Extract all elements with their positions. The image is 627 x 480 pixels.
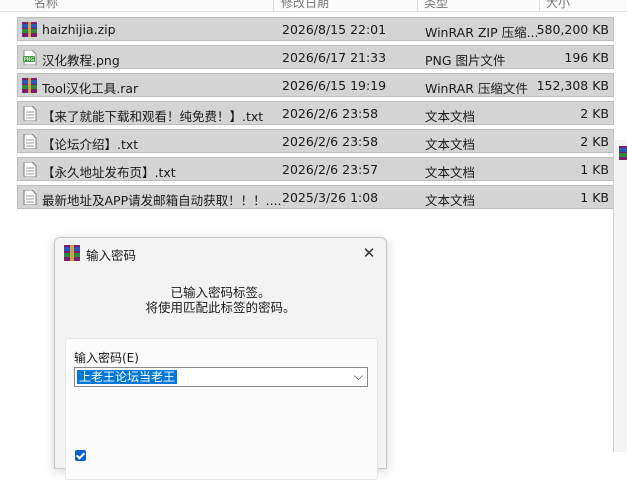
text-file-icon [23,190,37,205]
file-size: 196 KB [564,50,609,65]
file-name: 最新地址及APP请发邮箱自动获取！！！.... [42,193,282,208]
background-window-edge [613,140,627,452]
file-name: 汉化教程.png [42,53,120,68]
file-date: 2026/8/15 22:01 [282,22,387,37]
file-date: 2026/6/17 21:33 [282,50,387,65]
column-header-date[interactable]: 修改日期 [281,0,329,11]
dialog-titlebar[interactable]: 输入密码 ✕ [55,238,386,268]
file-name: 【来了就能下载和观看！纯免费！】.txt [42,109,264,124]
file-name: 【论坛介绍】.txt [42,137,139,152]
close-icon[interactable]: ✕ [358,242,380,264]
file-name: haizhijia.zip [42,22,116,37]
file-date: 2025/3/26 1:08 [282,190,379,205]
column-divider[interactable] [417,0,418,11]
winrar-archive-icon [64,245,80,261]
file-type: 文本文档 [425,109,476,124]
file-name: 【永久地址发布页】.txt [42,165,176,180]
file-date: 2026/2/6 23:58 [282,106,379,121]
file-type: 文本文档 [425,193,476,208]
file-size: 2 KB [580,106,609,121]
dialog-title: 输入密码 [86,248,137,263]
file-row[interactable]: Tool汉化工具.rar 2026/6/15 19:19 WinRAR 压缩文件… [17,73,614,97]
winrar-archive-icon [22,22,37,37]
column-divider[interactable] [539,0,540,11]
file-type: WinRAR ZIP 压缩... [425,25,537,40]
file-type: 文本文档 [425,165,476,180]
password-label: 输入密码(E) [74,351,139,365]
password-dialog: 输入密码 ✕ 已输入密码标签。 将使用匹配此标签的密码。 输入密码(E) 上老王… [54,237,387,480]
password-group: 输入密码(E) 上老王论坛当老王 ⌵ [65,338,378,480]
file-row[interactable]: haizhijia.zip 2026/8/15 22:01 WinRAR ZIP… [17,17,614,41]
png-image-icon: PNG [23,50,37,65]
file-size: 1 KB [580,162,609,177]
file-date: 2026/2/6 23:58 [282,134,379,149]
password-combobox[interactable]: 上老王论坛当老王 ⌵ [74,367,368,387]
column-divider[interactable] [273,0,274,11]
file-type: PNG 图片文件 [425,53,506,68]
file-size: 152,308 KB [536,78,609,93]
svg-text:PNG: PNG [24,57,35,63]
dialog-message: 将使用匹配此标签的密码。 [145,300,296,315]
file-name: Tool汉化工具.rar [42,81,139,96]
column-header-name[interactable]: 名称 [34,0,58,11]
file-size: 2 KB [580,134,609,149]
file-type: 文本文档 [425,137,476,152]
column-header-size[interactable]: 大小 [546,0,570,11]
file-row[interactable]: 【论坛介绍】.txt 2026/2/6 23:58 文本文档 2 KB [17,129,614,153]
text-file-icon [23,134,37,149]
text-file-icon [23,162,37,177]
winrar-archive-icon [22,78,37,93]
column-header: 名称 修改日期 类型 大小 [0,0,627,12]
password-input[interactable]: 上老王论坛当老王 [77,370,178,384]
column-header-type[interactable]: 类型 [424,0,448,11]
file-size: 580,200 KB [536,22,609,37]
file-date: 2026/6/15 19:19 [282,78,387,93]
text-file-icon [23,106,37,121]
file-row[interactable]: 【永久地址发布页】.txt 2026/2/6 23:57 文本文档 1 KB [17,157,614,181]
winrar-archive-icon [619,146,627,160]
file-row[interactable]: 【来了就能下载和观看！纯免费！】.txt 2026/2/6 23:58 文本文档… [17,101,614,125]
file-row[interactable]: PNG 汉化教程.png 2026/6/17 21:33 PNG 图片文件 19… [17,45,614,69]
file-row[interactable]: 最新地址及APP请发邮箱自动获取！！！.... 2025/3/26 1:08 文… [17,185,614,209]
file-size: 1 KB [580,190,609,205]
chevron-down-icon[interactable]: ⌵ [354,369,363,384]
file-date: 2026/2/6 23:57 [282,162,379,177]
file-type: WinRAR 压缩文件 [425,81,528,96]
